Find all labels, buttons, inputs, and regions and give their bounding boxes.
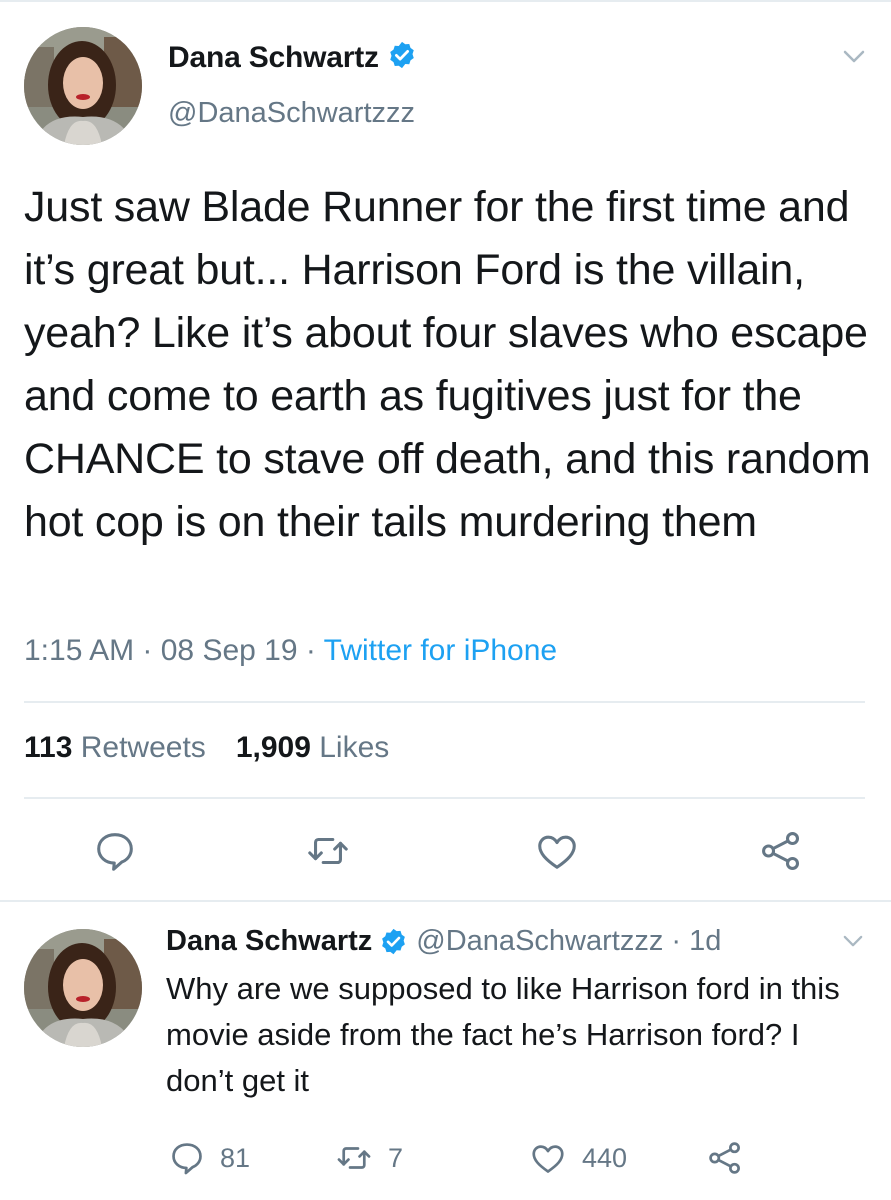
retweet-count: 113 <box>24 731 73 764</box>
author-name-row[interactable]: Dana Schwartz <box>168 40 417 75</box>
author-handle[interactable]: @DanaSchwartzzz · 1d <box>416 925 721 958</box>
divider <box>24 797 865 799</box>
likes-stat[interactable]: 1,909 Likes <box>236 731 389 764</box>
like-count: 440 <box>582 1142 628 1173</box>
tweet-stats: 113 Retweets 1,909 Likes <box>24 731 389 765</box>
reply-bubble-icon <box>168 1139 206 1177</box>
heart-icon[interactable] <box>534 828 580 874</box>
verified-badge-icon <box>379 927 408 956</box>
reply-bubble-icon[interactable] <box>92 828 138 874</box>
like-label: Likes <box>319 731 390 764</box>
tweet-time: 1:15 AM <box>24 634 135 667</box>
avatar[interactable] <box>24 929 142 1047</box>
meta-separator: · <box>297 634 324 667</box>
avatar[interactable] <box>24 27 142 145</box>
reply-count: 81 <box>220 1142 251 1173</box>
tweet-detail-page: Dana Schwartz @DanaSchwartzzz Just saw B… <box>0 0 891 1200</box>
author-name[interactable]: Dana Schwartz <box>166 925 372 958</box>
chevron-down-icon[interactable] <box>843 935 863 953</box>
tweet-meta: 1:15 AM · 08 Sep 19 · Twitter for iPhone <box>24 634 557 668</box>
retweet-count: 7 <box>388 1142 404 1173</box>
share-icon[interactable] <box>758 828 804 874</box>
tweet-text: Just saw Blade Runner for the first time… <box>24 183 871 546</box>
reply-text: Why are we supposed to like Harrison for… <box>166 971 840 1098</box>
divider <box>24 701 865 703</box>
top-divider <box>0 0 891 2</box>
retweet-icon <box>334 1139 374 1177</box>
verified-badge-icon <box>387 40 417 75</box>
tweet-source-link[interactable]: Twitter for iPhone <box>324 634 557 667</box>
author-name[interactable]: Dana Schwartz <box>168 41 379 75</box>
tweet-date: 08 Sep 19 <box>160 634 298 667</box>
meta-separator: · <box>134 634 161 667</box>
heart-icon <box>528 1139 568 1177</box>
retweets-stat[interactable]: 113 Retweets <box>24 731 206 764</box>
retweet-button[interactable]: 7 <box>334 1139 403 1177</box>
retweet-label: Retweets <box>80 731 206 764</box>
thread-divider <box>0 900 891 902</box>
share-icon[interactable] <box>706 1139 744 1177</box>
retweet-icon[interactable] <box>305 828 351 874</box>
reply-button[interactable]: 81 <box>168 1139 250 1177</box>
like-count: 1,909 <box>235 731 311 764</box>
reply-header: Dana Schwartz @DanaSchwartzzz · 1d <box>166 925 721 958</box>
chevron-down-icon[interactable] <box>843 50 865 69</box>
author-handle[interactable]: @DanaSchwartzzz <box>168 97 415 130</box>
like-button[interactable]: 440 <box>528 1139 627 1177</box>
